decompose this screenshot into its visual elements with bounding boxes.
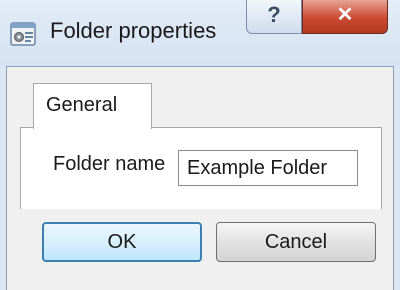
folder-name-label: Folder name bbox=[53, 153, 166, 175]
ok-button-label: OK bbox=[107, 231, 137, 253]
tab-general-label: General bbox=[46, 94, 118, 116]
close-icon: ✕ bbox=[336, 4, 354, 26]
folder-name-input[interactable] bbox=[178, 150, 358, 186]
folder-properties-window: Folder properties ? ✕ General Folder nam… bbox=[0, 0, 400, 290]
tab-general[interactable]: General bbox=[33, 83, 152, 129]
folder-properties-icon bbox=[10, 22, 36, 46]
title-bar[interactable]: Folder properties ? ✕ bbox=[0, 0, 400, 66]
help-button[interactable]: ? bbox=[246, 0, 302, 34]
ok-button[interactable]: OK bbox=[42, 222, 202, 262]
help-icon: ? bbox=[267, 2, 281, 27]
close-button[interactable]: ✕ bbox=[302, 0, 388, 34]
cancel-button-label: Cancel bbox=[264, 231, 328, 253]
cancel-button[interactable]: Cancel bbox=[216, 222, 376, 262]
window-title: Folder properties bbox=[50, 18, 217, 43]
